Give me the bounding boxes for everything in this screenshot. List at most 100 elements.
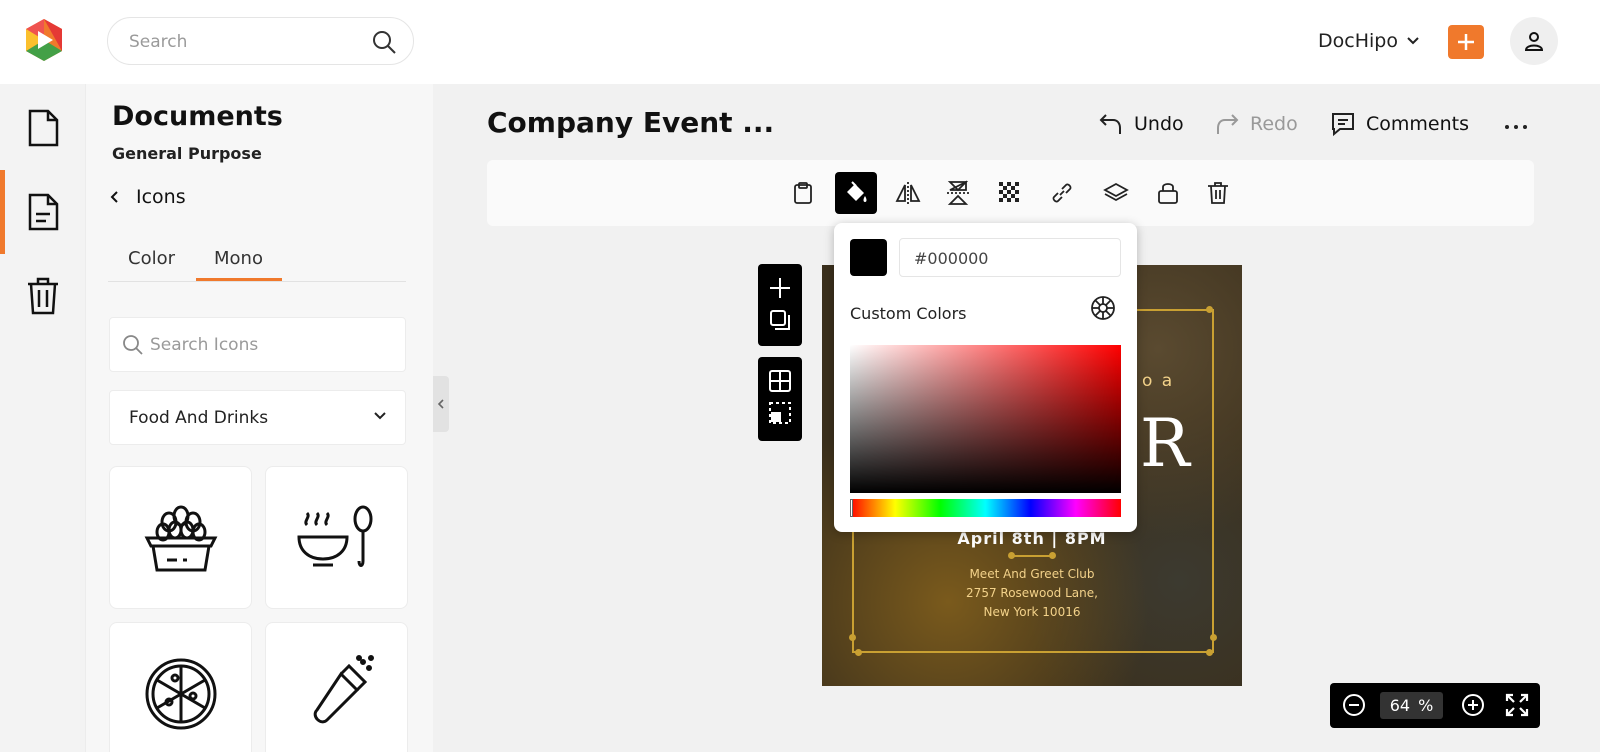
tab-mono[interactable]: Mono <box>214 248 263 269</box>
icon-tile-pizza[interactable] <box>109 622 252 752</box>
zoom-in-button[interactable] <box>1461 693 1485 721</box>
user-icon <box>1524 32 1544 51</box>
document-title[interactable]: Company Event ... <box>487 106 774 139</box>
paint-bucket-icon <box>847 181 867 202</box>
zoom-out-button[interactable] <box>1342 693 1366 721</box>
layers-icon <box>1103 182 1129 202</box>
frame-corner-dot <box>1206 649 1213 656</box>
category-select[interactable]: Food And Drinks <box>109 390 406 445</box>
fullscreen-icon <box>1505 693 1529 717</box>
frame-corner-dot <box>855 649 862 656</box>
comments-button[interactable]: Comments <box>1330 108 1469 140</box>
brand-label: DocHipo <box>1318 30 1398 52</box>
select-area-button[interactable] <box>758 397 802 429</box>
canvas-text-top[interactable]: o a <box>1142 371 1174 391</box>
category-value: Food And Drinks <box>129 408 269 428</box>
icon-tile-salt-shaker[interactable] <box>265 622 408 752</box>
frame-corner-dot <box>849 634 856 641</box>
dochipo-logo[interactable] <box>22 17 66 63</box>
tool-fill-color[interactable] <box>835 172 877 214</box>
soup-bowl-spoon-icon <box>296 505 372 567</box>
link-icon <box>1052 183 1072 203</box>
add-page-button[interactable] <box>758 272 802 304</box>
left-rail <box>0 84 86 752</box>
grid-layout-button[interactable] <box>758 365 802 397</box>
egg-basket-icon <box>144 505 217 571</box>
tool-link[interactable] <box>1041 172 1083 214</box>
grid-actions-floater <box>758 357 802 441</box>
plus-circle-icon <box>1462 694 1484 716</box>
canvas-divider <box>1012 555 1052 557</box>
canvas-text-venue-1[interactable]: Meet And Greet Club <box>822 567 1242 581</box>
frame-corner-dot <box>1206 306 1213 313</box>
workspace-dropdown[interactable]: DocHipo <box>1318 30 1420 52</box>
hex-color-input[interactable]: #000000 <box>899 238 1121 277</box>
panel-subtitle: General Purpose <box>112 144 262 163</box>
global-search-input[interactable]: Search <box>107 17 414 65</box>
color-wheel-icon <box>1091 296 1115 320</box>
zoom-level-display[interactable]: 64 % <box>1380 692 1443 719</box>
icon-tile-egg-basket[interactable] <box>109 466 252 609</box>
color-picker-popover: #000000 Custom Colors <box>834 223 1137 532</box>
search-icon <box>123 335 143 355</box>
salt-shaker-icon <box>313 654 374 723</box>
rail-item-templates[interactable] <box>0 172 86 252</box>
tool-flip-vertical[interactable] <box>937 172 979 214</box>
color-wheel-button[interactable] <box>1090 295 1116 325</box>
top-header: Search DocHipo <box>0 0 1600 84</box>
hue-slider[interactable] <box>850 499 1121 517</box>
fullscreen-button[interactable] <box>1505 693 1529 721</box>
canvas-text-headline[interactable]: R <box>1140 405 1190 482</box>
icon-style-tabs: Color Mono <box>108 244 406 282</box>
current-color-swatch[interactable] <box>850 239 887 276</box>
clipboard-icon <box>794 182 812 204</box>
panel-collapse-handle[interactable] <box>433 376 449 432</box>
tool-transparency[interactable] <box>989 172 1031 214</box>
canvas-text-venue-3[interactable]: New York 10016 <box>822 605 1242 619</box>
search-icons-placeholder: Search Icons <box>150 335 259 355</box>
tool-layers[interactable] <box>1095 172 1137 214</box>
tool-lock[interactable] <box>1147 172 1189 214</box>
icon-tile-soup-bowl[interactable] <box>265 466 408 609</box>
tool-delete[interactable] <box>1197 172 1239 214</box>
rail-item-documents[interactable] <box>0 88 86 168</box>
pizza-icon <box>145 658 216 729</box>
custom-colors-label: Custom Colors <box>850 304 967 323</box>
chevron-left-icon <box>110 191 118 203</box>
redo-icon <box>1217 114 1239 134</box>
minus-circle-icon <box>1343 694 1365 716</box>
search-placeholder: Search <box>129 32 188 52</box>
frame-corner-dot <box>1210 634 1217 641</box>
redo-label: Redo <box>1250 113 1298 135</box>
saturation-value-area[interactable] <box>850 345 1121 493</box>
undo-button[interactable]: Undo <box>1098 108 1184 140</box>
canvas-text-venue-2[interactable]: 2757 Rosewood Lane, <box>822 586 1242 600</box>
grid-icon <box>769 370 791 392</box>
comment-icon <box>1332 113 1354 137</box>
rail-item-trash[interactable] <box>0 256 86 336</box>
page-actions-floater <box>758 264 802 346</box>
tool-flip-horizontal[interactable] <box>887 172 929 214</box>
divider-dot <box>1049 552 1056 559</box>
flip-vertical-icon <box>947 180 969 205</box>
search-icon[interactable] <box>371 29 397 55</box>
duplicate-page-button[interactable] <box>758 304 802 336</box>
hue-slider-handle[interactable] <box>850 499 853 517</box>
file-icon <box>28 109 59 147</box>
more-horizontal-icon <box>1505 125 1527 129</box>
user-account-button[interactable] <box>1510 17 1558 65</box>
more-options-button[interactable] <box>1503 108 1529 140</box>
select-area-icon <box>769 402 791 424</box>
trash-icon <box>28 277 58 315</box>
back-to-elements-button[interactable]: Icons <box>110 186 186 208</box>
plus-icon <box>770 278 790 298</box>
tab-color[interactable]: Color <box>128 248 175 269</box>
tool-clipboard[interactable] <box>782 172 824 214</box>
divider-dot <box>1008 552 1015 559</box>
document-text-icon <box>28 193 59 231</box>
redo-button[interactable]: Redo <box>1214 108 1298 140</box>
zoom-unit: % <box>1418 696 1434 715</box>
search-icons-input[interactable]: Search Icons <box>109 317 406 372</box>
create-new-button[interactable] <box>1448 25 1484 59</box>
trash-icon <box>1208 182 1228 204</box>
